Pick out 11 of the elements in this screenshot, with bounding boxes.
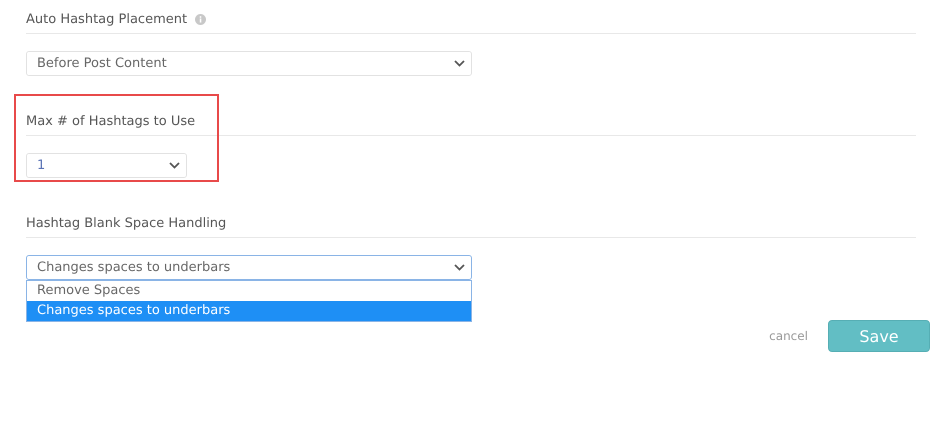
dropdown-select[interactable]: Changes spaces to underbars xyxy=(26,255,472,280)
section-title: Max # of Hashtags to Use xyxy=(26,114,196,129)
chevron-icon xyxy=(454,264,465,271)
dropdown-select[interactable]: 1 xyxy=(26,153,187,178)
section-title: Hashtag Blank Space Handling xyxy=(26,216,226,231)
chevron-icon xyxy=(169,162,180,169)
dropdown-select[interactable]: Before Post Content xyxy=(26,51,472,76)
chevron-icon xyxy=(454,60,465,67)
dropdown-option[interactable]: Changes spaces to underbars xyxy=(27,301,471,321)
cancel-link[interactable]: cancel xyxy=(769,329,808,343)
section-title: Auto Hashtag Placement xyxy=(26,12,188,27)
